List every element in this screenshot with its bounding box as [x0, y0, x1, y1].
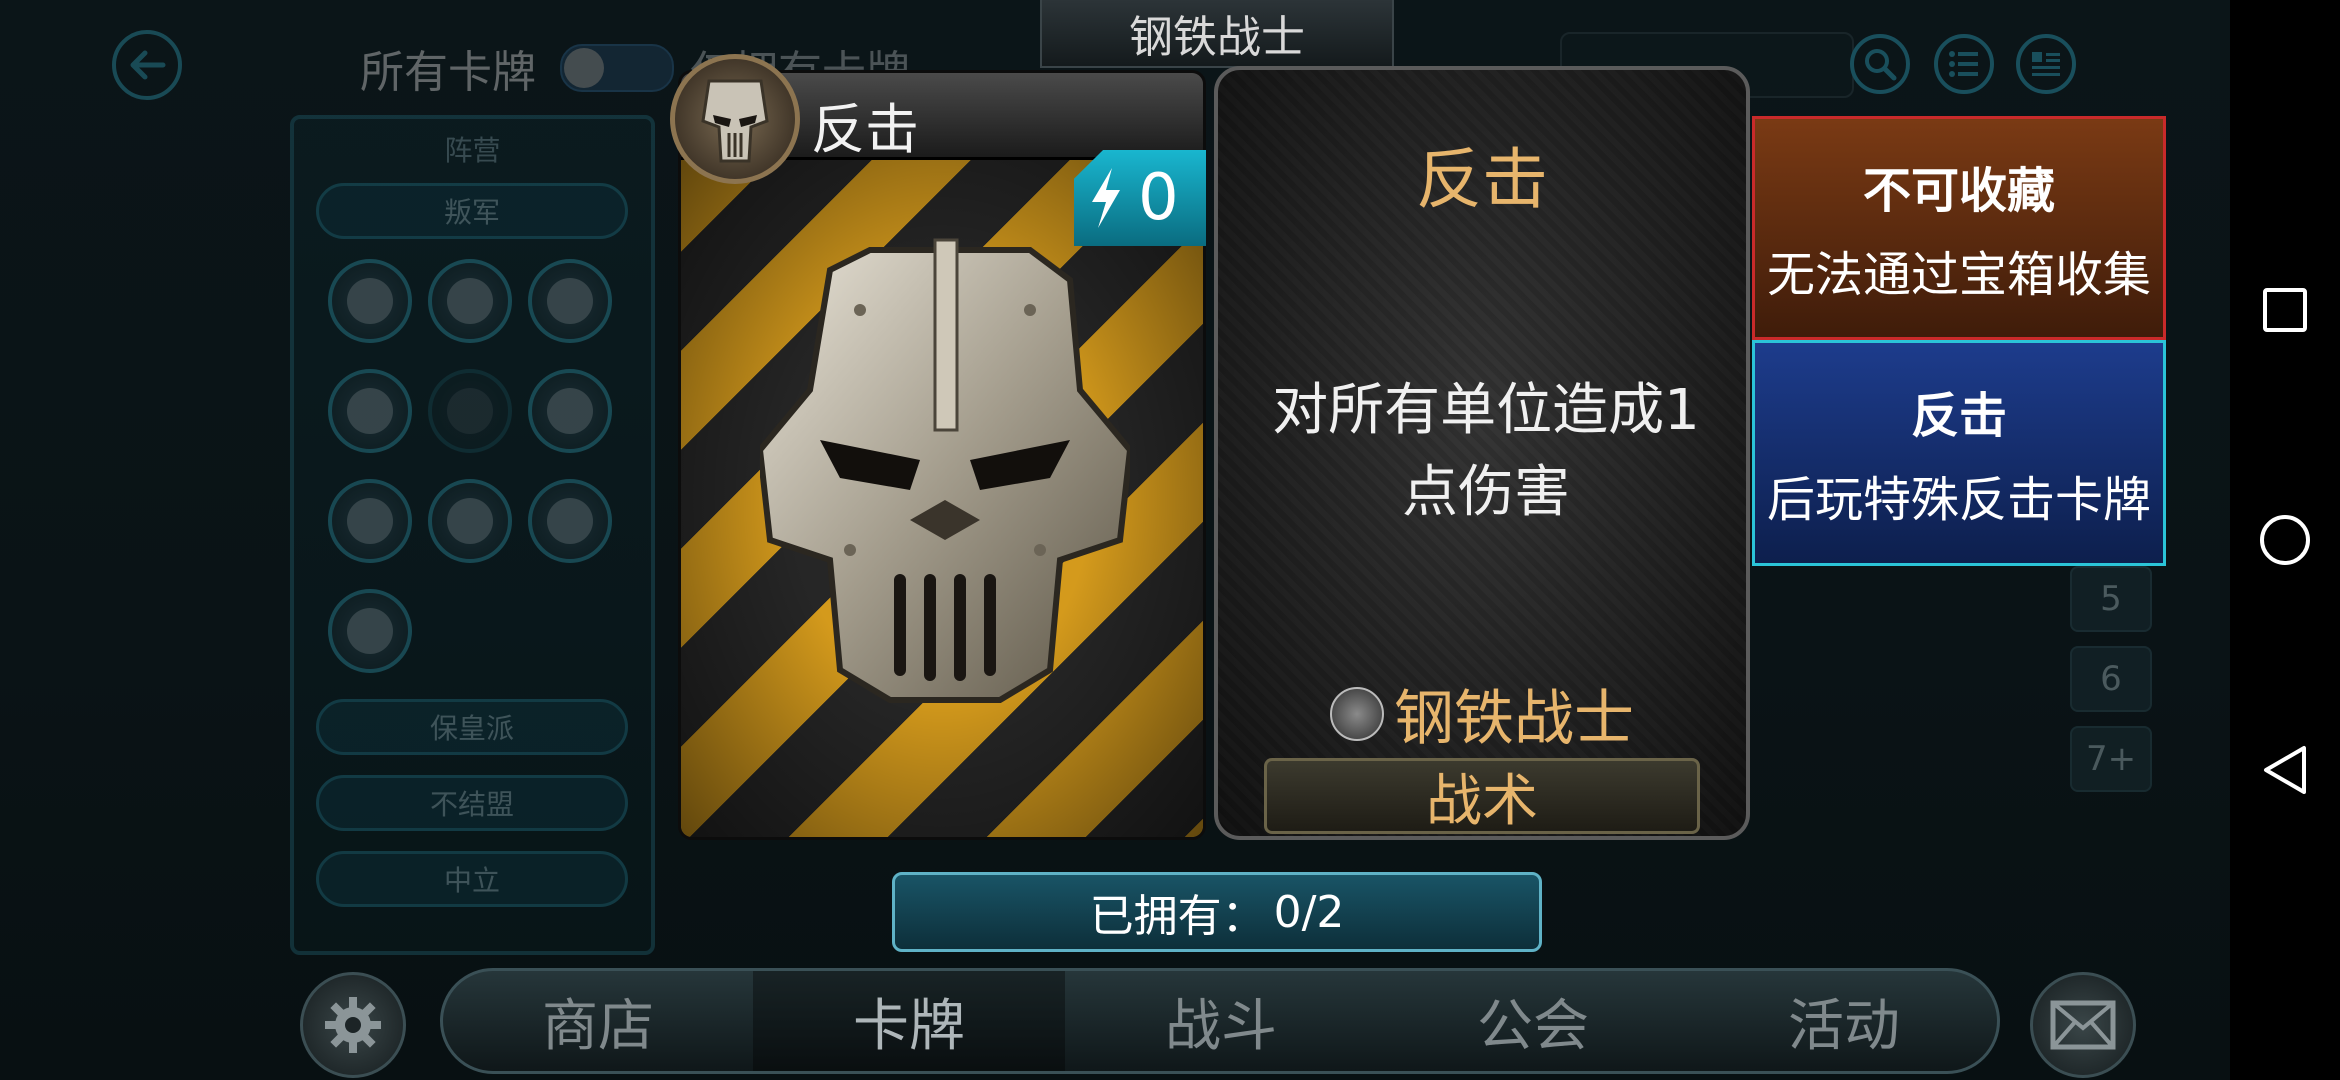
faction-icon[interactable]: [328, 259, 412, 343]
tab-label: 卡牌: [853, 993, 965, 1059]
all-cards-label: 所有卡牌: [360, 47, 536, 98]
tab-battle[interactable]: 战斗: [1065, 971, 1377, 1071]
faction-icon[interactable]: [428, 479, 512, 563]
card-type: 战术: [1426, 768, 1538, 834]
square-icon: [2263, 288, 2307, 332]
bottom-navigation: 商店 卡牌 战斗 公会 活动: [440, 968, 2000, 1074]
faction-icon[interactable]: [528, 259, 612, 343]
faction-header: 阵营: [444, 134, 501, 167]
sort-icon: [2032, 52, 2060, 76]
owned-label: 已拥有：: [1089, 891, 1266, 942]
home-button[interactable]: [2230, 495, 2340, 585]
card-type-plate: 战术: [1264, 758, 1700, 834]
cost-filter-label: 7+: [2085, 739, 2137, 779]
description-text: 对所有单位造成1点伤害: [1272, 378, 1700, 525]
faction-icon[interactable]: [328, 589, 412, 673]
back-button[interactable]: [112, 30, 182, 100]
page-title: 钢铁战士: [1040, 0, 1394, 68]
gear-icon: [325, 997, 381, 1053]
tab-label: 活动: [1788, 993, 1900, 1059]
owned-value: 0/2: [1273, 886, 1345, 938]
faction-icon[interactable]: [528, 369, 612, 453]
back-nav-button[interactable]: [2230, 725, 2340, 815]
energy-cost-value: 0: [1138, 161, 1179, 235]
faction-icon[interactable]: [328, 369, 412, 453]
owned-count-bar: 已拥有： 0/2: [892, 872, 1542, 952]
iron-helmet-illustration: [760, 238, 1130, 703]
cost-filter-label: 6: [2100, 659, 2122, 699]
mail-icon: [2050, 1000, 2116, 1050]
card-name: 反击: [811, 98, 919, 161]
faction-icon[interactable]: [328, 479, 412, 563]
faction-filter-panel: 阵营 叛军 保皇派 不结盟 中立: [290, 115, 655, 955]
info-text: 后玩特殊反击卡牌: [1766, 472, 2151, 528]
tab-label: 战斗: [1165, 993, 1277, 1059]
faction-helmet-icon: [1330, 686, 1384, 741]
faction-neutral-button[interactable]: 中立: [316, 851, 628, 907]
not-collectible-info: 不可收藏 无法通过宝箱收集: [1752, 116, 2166, 340]
info-title: 反击: [1910, 388, 2007, 444]
arrow-left-icon: [130, 50, 166, 80]
search-icon: [1865, 49, 1897, 81]
faction-name: 钢铁战士: [1394, 684, 1634, 754]
tab-cards[interactable]: 卡牌: [753, 971, 1065, 1071]
cost-filter-7plus[interactable]: 7+: [2070, 726, 2152, 792]
cost-filter-label: 5: [2100, 579, 2122, 619]
faction-icon[interactable]: [528, 479, 612, 563]
system-navigation-bar: [2230, 0, 2340, 1080]
card-faction: 钢铁战士: [1218, 670, 1746, 757]
tab-guild[interactable]: 公会: [1377, 971, 1689, 1071]
recents-button[interactable]: [2230, 265, 2340, 355]
faction-icon[interactable]: [428, 259, 512, 343]
cost-filter-5[interactable]: 5: [2070, 566, 2152, 632]
faction-royalists-button[interactable]: 保皇派: [316, 699, 628, 755]
tab-events[interactable]: 活动: [1689, 971, 1999, 1071]
toggle-knob: [564, 48, 604, 88]
counter-keyword-info: 反击 后玩特殊反击卡牌: [1752, 340, 2166, 566]
cost-filter-6[interactable]: 6: [2070, 646, 2152, 712]
faction-unaligned-button[interactable]: 不结盟: [316, 775, 628, 831]
tab-label: 公会: [1477, 993, 1589, 1059]
info-title: 不可收藏: [1862, 163, 2055, 219]
all-cards-toggle[interactable]: [560, 44, 674, 92]
info-text: 无法通过宝箱收集: [1766, 247, 2151, 303]
card-description-panel: 反击 对所有单位造成1点伤害 钢铁战士 战术: [1214, 66, 1750, 840]
mail-button[interactable]: [2030, 972, 2136, 1078]
helmet-icon: [701, 79, 769, 163]
description-title: 反击: [1416, 141, 1548, 218]
settings-button[interactable]: [300, 972, 406, 1078]
list-icon: [1949, 51, 1978, 77]
triangle-back-icon: [2264, 746, 2306, 794]
sort-button[interactable]: [2016, 34, 2076, 94]
list-view-button[interactable]: [1934, 34, 1994, 94]
faction-rebels-button[interactable]: 叛军: [316, 183, 628, 239]
circle-icon: [2260, 515, 2310, 565]
lightning-icon: [1092, 168, 1120, 228]
search-button[interactable]: [1850, 34, 1910, 94]
faction-icon[interactable]: [428, 369, 512, 453]
tab-shop[interactable]: 商店: [443, 971, 753, 1071]
tab-label: 商店: [542, 993, 654, 1059]
card-faction-portrait: [670, 54, 800, 184]
page-title-text: 钢铁战士: [1129, 12, 1305, 63]
